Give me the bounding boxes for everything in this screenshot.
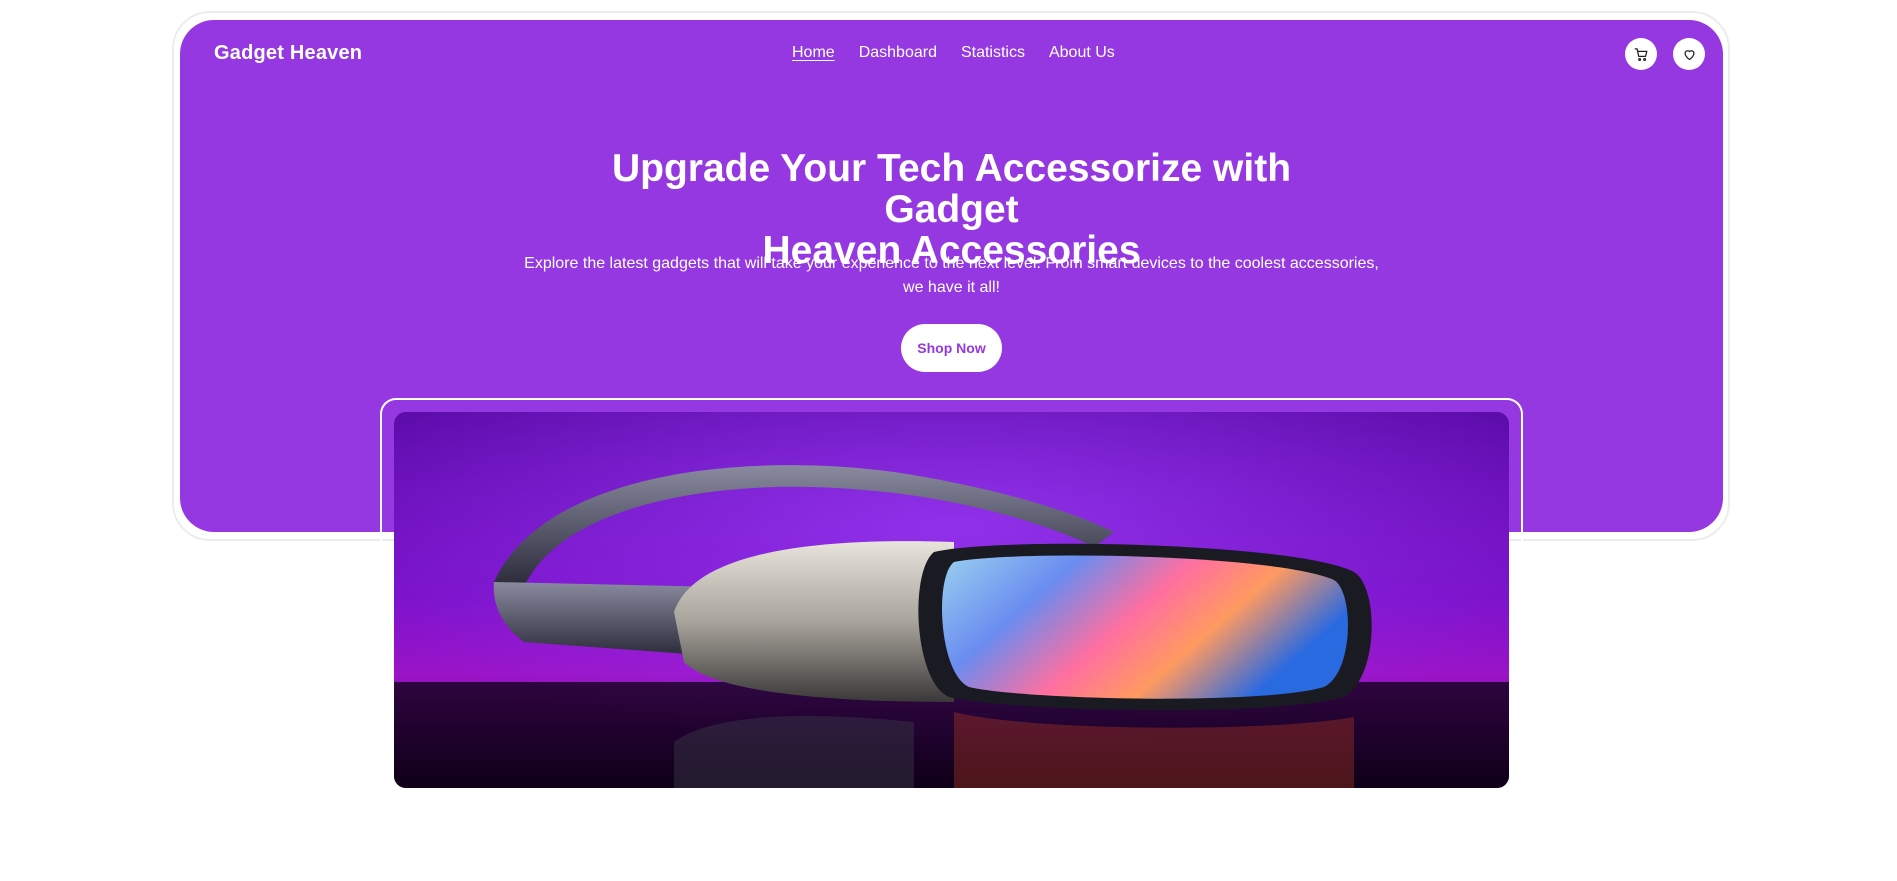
wishlist-button[interactable] <box>1673 38 1705 70</box>
vr-headset-image <box>394 412 1509 788</box>
nav-link-home[interactable]: Home <box>792 44 835 62</box>
brand-logo[interactable]: Gadget Heaven <box>214 42 362 65</box>
main-nav: Home Dashboard Statistics About Us <box>792 44 1115 62</box>
nav-link-about-us[interactable]: About Us <box>1049 44 1115 62</box>
cart-button[interactable] <box>1625 38 1657 70</box>
shop-now-button[interactable]: Shop Now <box>901 324 1002 372</box>
cart-icon <box>1634 47 1647 61</box>
hero-subtitle-line-2: we have it all! <box>903 279 1000 296</box>
hero-subtitle-line-1: Explore the latest gadgets that will tak… <box>524 255 1379 272</box>
heart-icon <box>1684 49 1694 60</box>
nav-link-statistics[interactable]: Statistics <box>961 44 1025 62</box>
nav-link-dashboard[interactable]: Dashboard <box>859 44 937 62</box>
page: Gadget Heaven Home Dashboard Statistics … <box>0 0 1897 881</box>
hero-subtitle: Explore the latest gadgets that will tak… <box>180 252 1723 300</box>
hero-title-line-1: Upgrade Your Tech Accessorize with Gadge… <box>611 147 1292 231</box>
nav-icons <box>1625 38 1705 70</box>
